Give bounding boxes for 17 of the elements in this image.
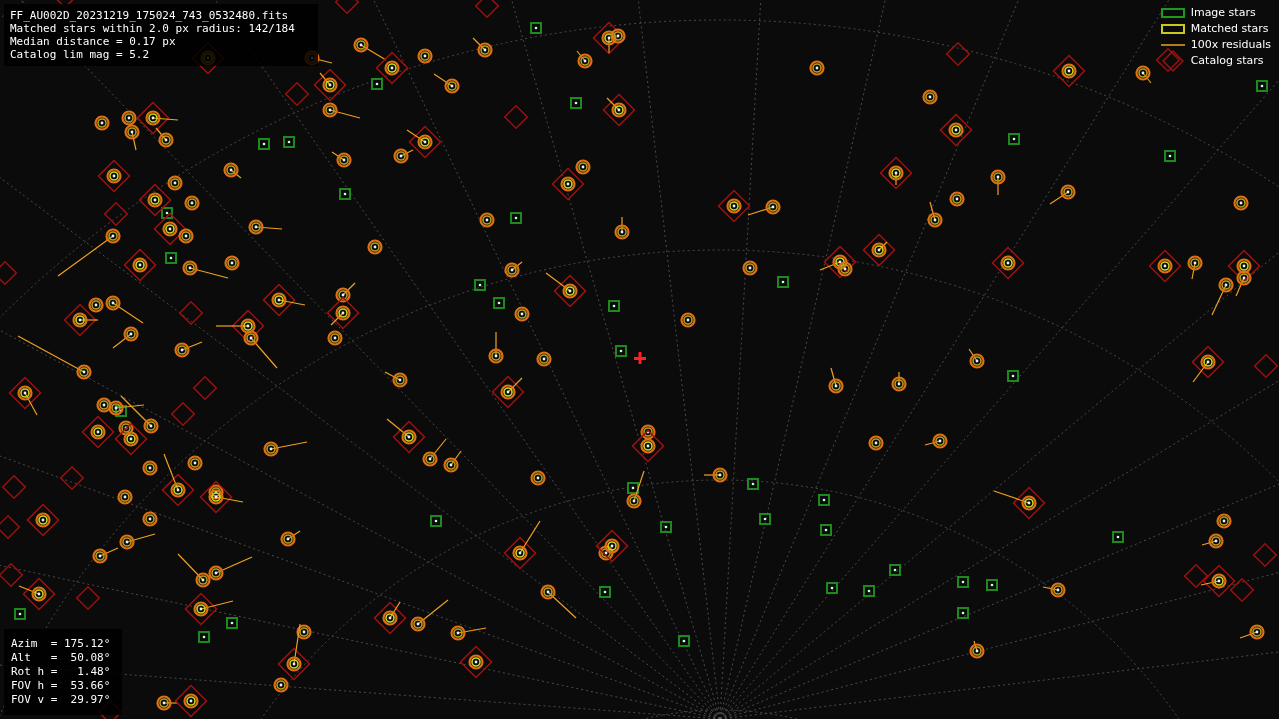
info-text: FF_AU002D_20231219_175024_743_0532480.fits [10,9,290,22]
crosshair-icon [634,352,646,364]
legend-label: Matched stars [1190,20,1269,37]
pointing-text: Rot h = 1.48° [11,665,112,679]
pointing-text: Alt = 50.08° [11,651,112,665]
pointing-text: FOV v = 29.97° [11,693,112,707]
image-star-legend-icon [1160,8,1185,18]
matched-star-legend-icon [1160,24,1185,34]
info-text: Catalog lim mag = 5.2 [10,48,151,61]
info-text: Matched stars within 2.0 px radius: 142/184 [10,22,296,35]
catalog-star-legend-icon [1160,49,1185,73]
legend-label: 100x residuals [1190,36,1271,53]
legend-label: Catalog stars [1190,52,1264,69]
pointing-text: Azim = 175.12° [11,637,112,651]
info-text: Median distance = 0.17 px [10,35,177,48]
pointing-text: FOV h = 53.66° [11,679,112,693]
legend-label: Image stars [1190,4,1256,21]
